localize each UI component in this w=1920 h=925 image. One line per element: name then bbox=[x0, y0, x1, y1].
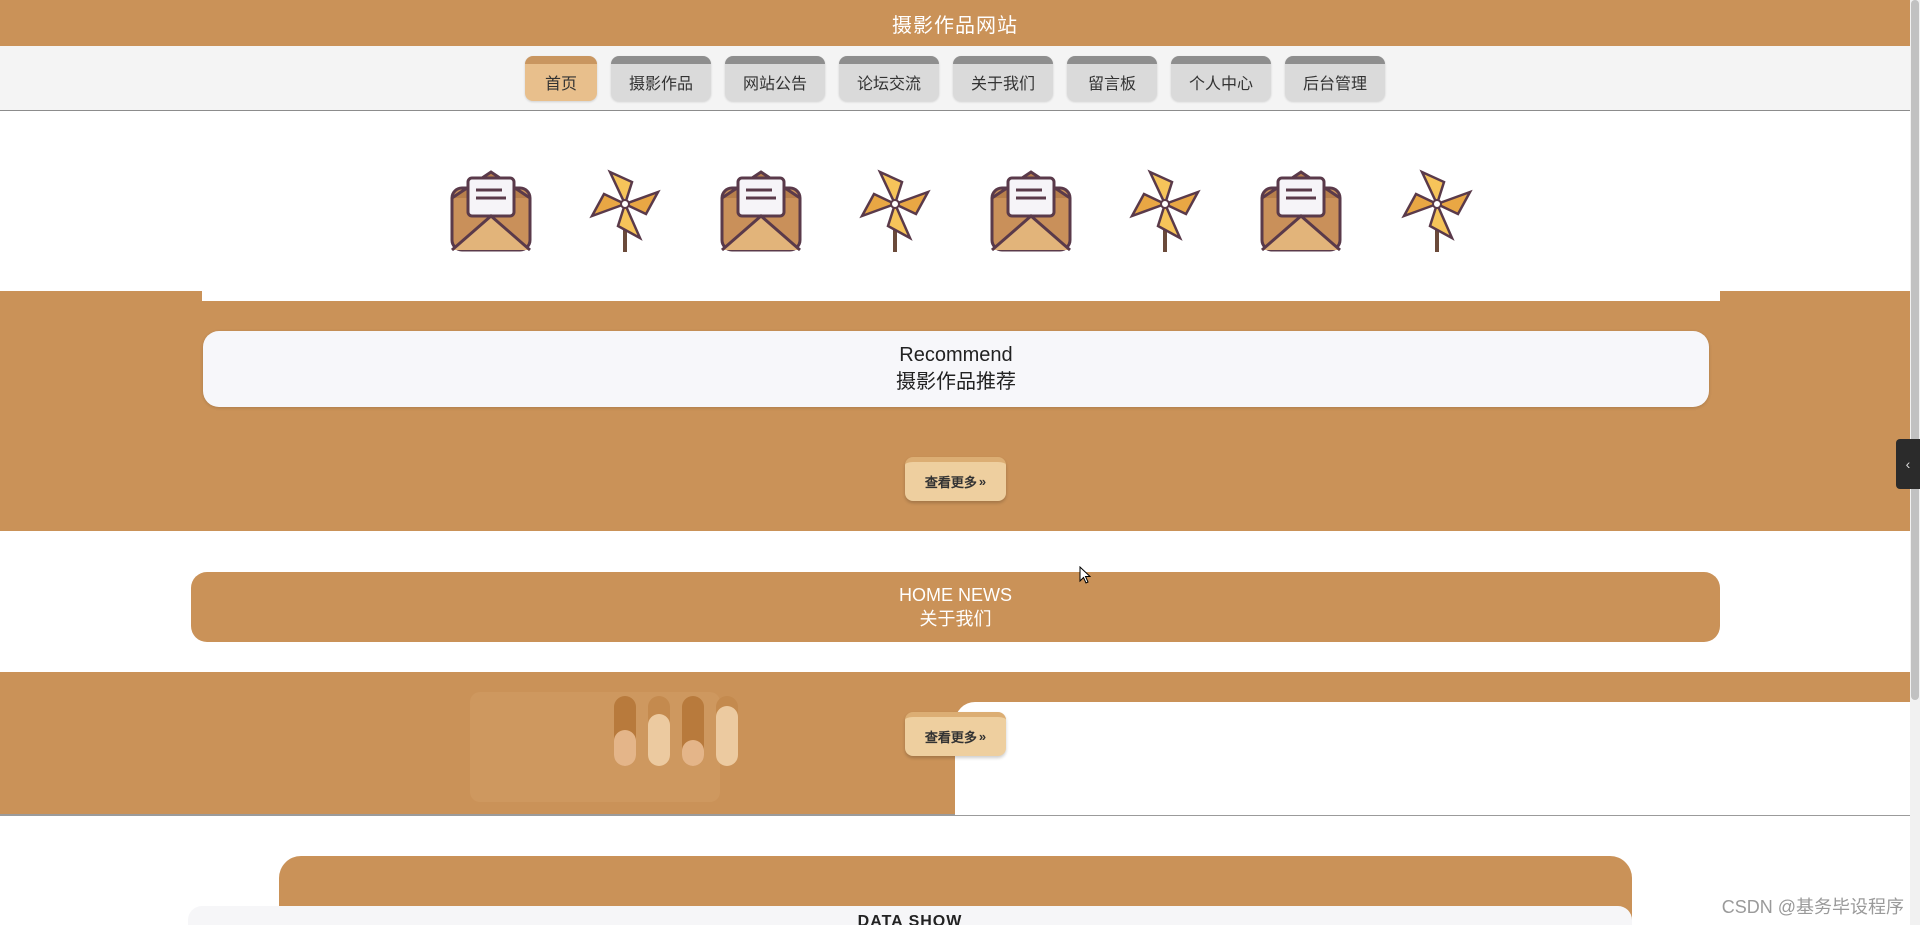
nav-item-announcements[interactable]: 网站公告 bbox=[724, 56, 825, 101]
pinwheel-icon bbox=[850, 164, 940, 254]
news-title-en: HOME NEWS bbox=[898, 585, 1012, 605]
site-title-text: 摄影作品网站 bbox=[892, 14, 1018, 37]
recommend-title-cn: 摄影作品推荐 bbox=[896, 371, 1016, 393]
news-header: HOME NEWS 关于我们 bbox=[191, 572, 1720, 642]
more-button-label: 查看更多 bbox=[924, 730, 977, 745]
about-more-button[interactable]: 查看更多 » bbox=[905, 712, 1006, 756]
envelope-icon bbox=[1256, 164, 1346, 254]
main-nav: 首页 摄影作品 网站公告 论坛交流 关于我们 留言板 个人中心 后台管理 bbox=[0, 46, 1910, 111]
pinwheel-icon bbox=[580, 164, 670, 254]
icon-strip bbox=[0, 112, 1910, 290]
watermark-text: CSDN @基务毕设程序 bbox=[1721, 897, 1904, 917]
nav-item-admin[interactable]: 后台管理 bbox=[1285, 56, 1386, 101]
pinwheel-icon bbox=[1392, 164, 1482, 254]
pinwheel-icon bbox=[1120, 164, 1210, 254]
recommend-header: Recommend 摄影作品推荐 bbox=[203, 331, 1709, 407]
mouse-cursor-icon bbox=[1079, 566, 1091, 584]
double-chevron-right-icon: » bbox=[978, 474, 987, 489]
about-content-panel bbox=[955, 702, 1910, 815]
bar-decoration-icon bbox=[614, 696, 738, 766]
recommend-more-button[interactable]: 查看更多 » bbox=[905, 457, 1006, 501]
nav-item-home[interactable]: 首页 bbox=[524, 56, 597, 101]
nav-item-messages[interactable]: 留言板 bbox=[1067, 56, 1158, 101]
nav-item-profile[interactable]: 个人中心 bbox=[1171, 56, 1272, 101]
envelope-icon bbox=[446, 164, 536, 254]
nav-item-forum[interactable]: 论坛交流 bbox=[838, 56, 939, 101]
icon-strip-underlay bbox=[202, 291, 1720, 301]
recommend-title-en: Recommend bbox=[899, 344, 1013, 366]
side-panel-toggle[interactable]: ‹ bbox=[1896, 439, 1920, 489]
data-header: DATA SHOW bbox=[188, 906, 1632, 925]
nav-item-photography[interactable]: 摄影作品 bbox=[610, 56, 711, 101]
nav-item-about[interactable]: 关于我们 bbox=[953, 56, 1054, 101]
envelope-icon bbox=[986, 164, 1076, 254]
news-title-cn: 关于我们 bbox=[919, 609, 992, 629]
chevron-left-icon: ‹ bbox=[1905, 456, 1911, 472]
more-button-label: 查看更多 bbox=[924, 475, 977, 490]
data-title-en: DATA SHOW bbox=[857, 913, 963, 925]
scrollbar-thumb[interactable] bbox=[1911, 0, 1919, 700]
envelope-icon bbox=[716, 164, 806, 254]
site-title: 摄影作品网站 bbox=[0, 0, 1910, 46]
double-chevron-right-icon: » bbox=[978, 729, 987, 744]
